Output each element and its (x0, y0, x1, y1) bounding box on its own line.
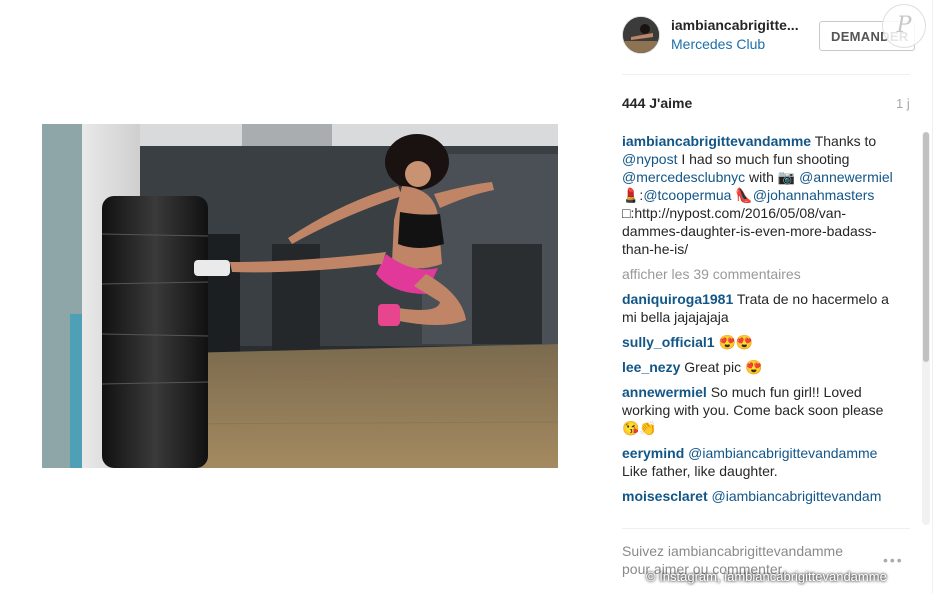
comment-username[interactable]: lee_nezy (622, 359, 680, 375)
right-edge (932, 0, 950, 593)
caption-text-5: 👠 (731, 187, 753, 203)
avatar[interactable] (622, 16, 660, 54)
scrollbar-thumb[interactable] (923, 132, 929, 362)
publisher-logo-icon: P (882, 4, 926, 48)
comment: lee_nezy Great pic 😍 (622, 358, 894, 376)
post-header: iambiancabrigitte... Mercedes Club DEMAN… (600, 0, 932, 74)
header-divider (622, 74, 910, 75)
comment-username[interactable]: eerymind (622, 445, 684, 461)
photo-illustration (42, 124, 558, 468)
comment: daniquiroga1981 Trata de no hacermelo a … (622, 290, 894, 326)
comment-mention[interactable]: @iambiancabrigittevandam (708, 488, 881, 504)
comments-scrollbar[interactable] (922, 132, 930, 525)
post-location[interactable]: Mercedes Club (671, 36, 765, 52)
comment: annewermiel So much fun girl!! Loved wor… (622, 383, 894, 437)
caption-mention-tcoopermua[interactable]: @tcoopermua (643, 187, 731, 203)
caption-mention-annewermiel[interactable]: @annewermiel (799, 169, 893, 185)
comment-username[interactable]: moisesclaret (622, 488, 708, 504)
likes-count[interactable]: 444 J'aime (622, 95, 692, 111)
avatar-photo (623, 17, 659, 53)
comment-text: Like father, like daughter. (622, 463, 778, 479)
comment: eerymind @iambiancabrigittevandamme Like… (622, 444, 894, 480)
comments-list: iambiancabrigittevandamme Thanks to @nyp… (622, 132, 894, 525)
photo-credit: © Instagram, iambiancabrigittevandamme (646, 569, 887, 584)
caption-username[interactable]: iambiancabrigittevandamme (622, 133, 811, 149)
comment-username[interactable]: sully_official1 (622, 334, 715, 350)
comment-mention[interactable]: @iambiancabrigittevandamme (684, 445, 877, 461)
comment-text: Great pic 😍 (680, 359, 763, 375)
footer-divider (622, 528, 910, 529)
caption-mention-nypost[interactable]: @nypost (622, 151, 677, 167)
post-sidebar: iambiancabrigitte... Mercedes Club DEMAN… (600, 0, 932, 593)
caption-text-6: □:http://nypost.com/2016/05/08/van-damme… (622, 205, 877, 257)
caption-text-2: I had so much fun shooting (677, 151, 850, 167)
comment: moisesclaret @iambiancabrigittevandam (622, 487, 894, 505)
post-age[interactable]: 1 j (896, 96, 910, 111)
post-photo[interactable] (42, 124, 558, 468)
caption-text-1: Thanks to (811, 133, 877, 149)
caption-text-4: 💄: (622, 187, 644, 203)
comment: sully_official1 😍😍 (622, 333, 894, 351)
photo-pane (0, 0, 600, 593)
caption-mention-johannahmasters[interactable]: @johannahmasters (753, 187, 875, 203)
instagram-post-page: iambiancabrigitte... Mercedes Club DEMAN… (0, 0, 950, 593)
more-options-icon[interactable]: ••• (883, 552, 904, 568)
comment-username[interactable]: annewermiel (622, 384, 707, 400)
caption-text-3: with 📷 (745, 169, 800, 185)
show-more-comments-link[interactable]: afficher les 39 commentaires (622, 265, 894, 283)
comment-username[interactable]: daniquiroga1981 (622, 291, 733, 307)
comment-text: 😍😍 (714, 334, 754, 350)
post-username[interactable]: iambiancabrigitte... (671, 17, 811, 33)
caption: iambiancabrigittevandamme Thanks to @nyp… (622, 132, 894, 258)
caption-mention-mercedesclub[interactable]: @mercedesclubnyc (622, 169, 745, 185)
